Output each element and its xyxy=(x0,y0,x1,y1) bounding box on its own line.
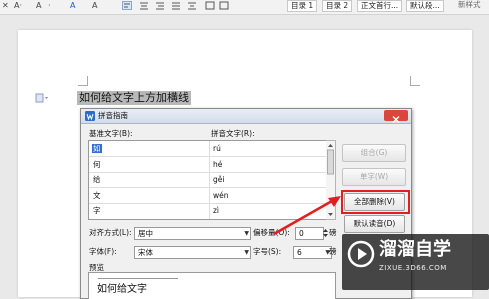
base-char-cell[interactable]: 给 xyxy=(93,172,101,187)
preview-pinyin-line xyxy=(98,278,178,279)
table-row[interactable]: 给 gěi xyxy=(89,172,327,188)
font-value: 宋体 xyxy=(138,248,153,257)
preview-box: 如何给文字 xyxy=(88,272,336,299)
toolbar-ribbon: ✕ A· A · A A 目录 1 目录 2 正文首行... 默认段... 新样… xyxy=(0,0,489,15)
pinyin-cell[interactable]: wén xyxy=(213,188,229,203)
play-logo-icon xyxy=(347,240,375,268)
base-char-cell[interactable]: 字 xyxy=(93,203,101,218)
document-selected-text[interactable]: 如何给文字上方加横线 xyxy=(77,91,191,105)
pinyin-cell[interactable]: hé xyxy=(213,157,222,172)
table-row[interactable]: 何 hé xyxy=(89,157,327,173)
base-text-label: 基准文字(B): xyxy=(89,129,133,138)
table-row[interactable]: 如 rú xyxy=(89,141,327,157)
dialog-title: 拼音指南 xyxy=(98,111,128,120)
paragraph-handle-icon[interactable] xyxy=(35,93,49,103)
watermark-url: ZIXUE.3D66.COM xyxy=(379,264,447,272)
style-body-indent[interactable]: 正文首行... xyxy=(357,0,403,12)
default-reading-button[interactable]: 默认读音(D) xyxy=(344,215,405,233)
close-button[interactable] xyxy=(384,110,408,123)
separator-tool: · xyxy=(48,1,51,10)
single-char-button[interactable]: 单字(W) xyxy=(342,168,406,186)
font-label: 字体(F): xyxy=(89,247,117,256)
pinyin-cell[interactable]: zì xyxy=(213,203,219,218)
char-shading-tool[interactable]: A xyxy=(92,0,97,11)
dialog-titlebar[interactable]: 拼音指南 xyxy=(81,109,411,124)
base-char-cell[interactable]: 何 xyxy=(93,157,101,172)
highlight-box xyxy=(341,190,410,214)
base-char-cell[interactable]: 文 xyxy=(93,188,101,203)
base-char-cell[interactable]: 如 xyxy=(92,144,102,153)
margin-corner-mark xyxy=(410,76,420,86)
combine-button[interactable]: 组合(G) xyxy=(342,144,406,162)
style-default-para[interactable]: 默认段... xyxy=(406,0,444,12)
annotation-arrow-icon xyxy=(273,196,341,236)
font-select[interactable]: 宋体 ▼ xyxy=(134,246,251,259)
alignment-label: 对齐方式(L): xyxy=(89,228,132,237)
chevron-down-icon: ▼ xyxy=(244,230,249,237)
watermark-title: 溜溜自学 xyxy=(379,239,451,260)
preview-text: 如何给文字 xyxy=(97,284,147,295)
chevron-down-icon: ▼ xyxy=(244,249,249,256)
paragraph-align-icons[interactable] xyxy=(122,1,232,11)
size-label: 字号(S): xyxy=(253,247,282,256)
style-toc2[interactable]: 目录 2 xyxy=(322,0,353,12)
margin-corner-mark xyxy=(78,76,88,86)
size-select[interactable]: 6 ▼ xyxy=(293,246,332,259)
pinyin-text-label: 拼音文字(R): xyxy=(211,129,255,138)
font-color-tool[interactable]: A xyxy=(70,0,75,11)
app-w-icon xyxy=(85,111,95,121)
style-toc1[interactable]: 目录 1 xyxy=(287,0,318,12)
alignment-select[interactable]: 居中 ▼ xyxy=(134,227,251,240)
pinyin-cell[interactable]: rú xyxy=(213,141,221,156)
highlight-tool[interactable]: A xyxy=(36,0,41,11)
pinyin-cell[interactable]: gěi xyxy=(213,172,224,187)
size-unit: 磅 xyxy=(329,247,337,256)
new-style-button[interactable]: 新样式 xyxy=(455,0,484,10)
clear-format-tool[interactable]: ✕ xyxy=(2,0,9,11)
font-effect-tool[interactable]: A· xyxy=(14,0,22,11)
alignment-value: 居中 xyxy=(138,229,153,238)
watermark-badge: 溜溜自学 ZIXUE.3D66.COM xyxy=(342,234,489,290)
size-value: 6 xyxy=(297,248,302,257)
close-icon xyxy=(392,116,400,123)
